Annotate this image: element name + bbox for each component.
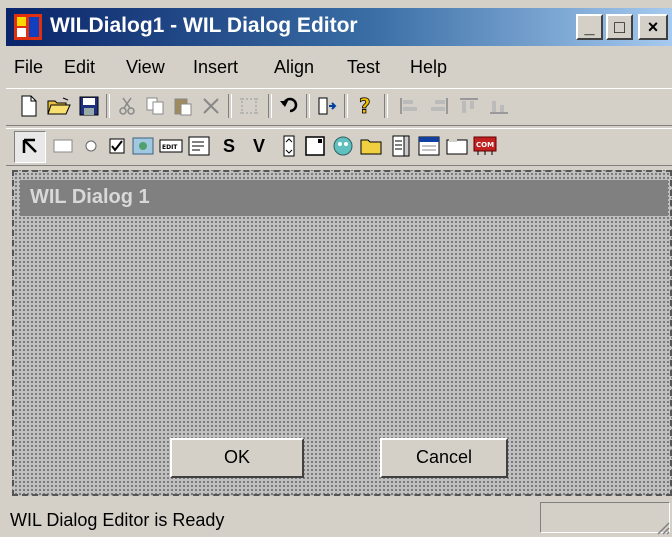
- app-icon[interactable]: [14, 14, 42, 40]
- delete-icon[interactable]: [198, 93, 224, 119]
- paste-icon[interactable]: [170, 93, 196, 119]
- spinner-icon[interactable]: [276, 133, 302, 159]
- menu-test[interactable]: Test: [347, 57, 380, 78]
- align-bottom-icon[interactable]: [486, 93, 512, 119]
- controls-toolbar: EDIT S V COM: [6, 128, 672, 166]
- frame-icon[interactable]: [302, 133, 328, 159]
- toolbar-separator: [268, 94, 272, 118]
- status-panel: [540, 502, 670, 533]
- svg-text:?: ?: [359, 95, 371, 117]
- resize-grip-icon[interactable]: [654, 519, 670, 535]
- static-text-icon[interactable]: S: [216, 133, 242, 159]
- align-right-icon[interactable]: [426, 93, 452, 119]
- dialog-canvas[interactable]: WIL Dialog 1 OK Cancel: [12, 170, 672, 496]
- insert-control-icon[interactable]: [314, 93, 340, 119]
- menu-help[interactable]: Help: [410, 57, 447, 78]
- save-icon[interactable]: [76, 93, 102, 119]
- select-bounds-icon[interactable]: [236, 93, 262, 119]
- picture-icon[interactable]: [130, 133, 156, 159]
- toolbar-separator: [228, 94, 232, 118]
- status-bar: WIL Dialog Editor is Ready: [6, 500, 672, 537]
- toolbar-separator: [306, 94, 310, 118]
- menu-bar: File Edit View Insert Align Test Help: [6, 48, 672, 88]
- minimize-button[interactable]: _: [576, 14, 603, 40]
- menu-bar-icon[interactable]: [416, 133, 442, 159]
- maximize-button[interactable]: □: [606, 14, 633, 40]
- edit-box-label: EDIT: [162, 144, 178, 151]
- align-left-icon[interactable]: [396, 93, 422, 119]
- menu-align[interactable]: Align: [274, 57, 314, 78]
- menu-edit[interactable]: Edit: [64, 57, 95, 78]
- multiline-edit-icon[interactable]: [186, 133, 212, 159]
- align-top-icon[interactable]: [456, 93, 482, 119]
- toolbar-separator: [344, 94, 348, 118]
- help-icon[interactable]: ?: [352, 93, 378, 119]
- radio-icon[interactable]: [78, 133, 104, 159]
- menu-insert[interactable]: Insert: [193, 57, 238, 78]
- menu-file[interactable]: File: [14, 57, 43, 78]
- status-text: WIL Dialog Editor is Ready: [10, 510, 225, 530]
- cancel-button[interactable]: Cancel: [380, 438, 508, 478]
- checkbox-icon[interactable]: [104, 133, 130, 159]
- folder-icon[interactable]: [358, 133, 384, 159]
- pointer-icon[interactable]: [14, 131, 46, 163]
- cut-icon[interactable]: [114, 93, 140, 119]
- open-folder-icon[interactable]: [46, 93, 72, 119]
- group-frame-icon[interactable]: [444, 133, 470, 159]
- ok-button[interactable]: OK: [170, 438, 304, 478]
- close-button[interactable]: ×: [638, 14, 668, 40]
- com-label: COM: [476, 141, 494, 149]
- dialog-caption-bar[interactable]: WIL Dialog 1: [20, 180, 668, 216]
- edit-box-icon[interactable]: EDIT: [158, 133, 184, 159]
- toolbar-separator: [384, 94, 388, 118]
- dialog-caption-text: WIL Dialog 1: [30, 186, 150, 208]
- undo-icon[interactable]: [276, 93, 302, 119]
- main-toolbar: ?: [6, 88, 672, 126]
- app-window: WILDialog1 - WIL Dialog Editor _ □ × Fil…: [0, 0, 672, 537]
- com-control-icon[interactable]: COM: [472, 133, 498, 159]
- window-title: WILDialog1 - WIL Dialog Editor: [50, 14, 358, 37]
- groupbox-icon[interactable]: [50, 133, 76, 159]
- variable-text-icon[interactable]: V: [246, 133, 272, 159]
- new-file-icon[interactable]: [16, 93, 42, 119]
- copy-icon[interactable]: [142, 93, 168, 119]
- menu-view[interactable]: View: [126, 57, 165, 78]
- title-bar[interactable]: WILDialog1 - WIL Dialog Editor _ □ ×: [6, 8, 672, 46]
- toolbar-separator: [106, 94, 110, 118]
- picture-button-icon[interactable]: [330, 133, 356, 159]
- list-box-icon[interactable]: [388, 133, 414, 159]
